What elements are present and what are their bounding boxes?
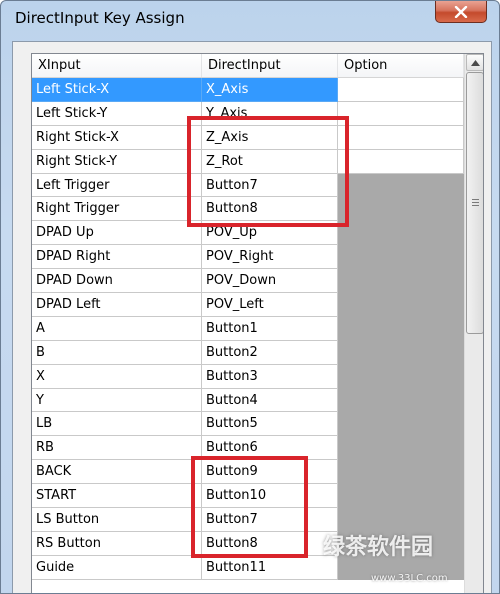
- table-row[interactable]: X Button3: [32, 364, 464, 389]
- option-cell[interactable]: [338, 197, 464, 222]
- directinput-cell[interactable]: POV_Right: [202, 245, 338, 270]
- option-cell[interactable]: [338, 125, 464, 150]
- window-title: DirectInput Key Assign: [15, 9, 185, 27]
- directinput-cell[interactable]: Button11: [202, 555, 338, 580]
- xinput-cell[interactable]: X: [32, 364, 202, 389]
- table-row[interactable]: BACK Button9: [32, 460, 464, 485]
- watermark-text: 绿茶软件园: [323, 535, 434, 560]
- xinput-cell[interactable]: Right Stick-Y: [32, 149, 202, 174]
- directinput-cell[interactable]: X_Axis: [202, 78, 338, 102]
- column-header-option[interactable]: Option: [338, 54, 464, 77]
- directinput-cell[interactable]: Button10: [202, 484, 338, 509]
- directinput-cell[interactable]: Button4: [202, 388, 338, 413]
- option-cell[interactable]: [338, 436, 464, 461]
- table-row[interactable]: Left Stick-Y Y_Axis: [32, 101, 464, 126]
- option-cell[interactable]: [338, 388, 464, 413]
- xinput-cell[interactable]: LS Button: [32, 508, 202, 532]
- xinput-cell[interactable]: B: [32, 340, 202, 365]
- dialog-window: DirectInput Key Assign XInput DirectInpu…: [0, 0, 500, 594]
- column-header-directinput[interactable]: DirectInput: [202, 54, 338, 77]
- option-cell[interactable]: [338, 460, 464, 485]
- option-cell[interactable]: [338, 245, 464, 270]
- column-header-xinput[interactable]: XInput: [32, 54, 202, 77]
- option-cell[interactable]: [338, 78, 464, 102]
- directinput-cell[interactable]: Button3: [202, 364, 338, 389]
- xinput-cell[interactable]: Right Stick-X: [32, 125, 202, 150]
- xinput-cell[interactable]: LB: [32, 412, 202, 437]
- option-cell[interactable]: [338, 340, 464, 365]
- xinput-cell[interactable]: DPAD Right: [32, 245, 202, 270]
- xinput-cell[interactable]: Left Stick-Y: [32, 101, 202, 126]
- close-button[interactable]: [435, 1, 487, 23]
- option-cell[interactable]: [338, 484, 464, 509]
- xinput-cell[interactable]: DPAD Left: [32, 293, 202, 317]
- watermark-logo: 绿茶软件园: [323, 529, 433, 561]
- directinput-cell[interactable]: POV_Up: [202, 221, 338, 246]
- directinput-cell[interactable]: POV_Left: [202, 293, 338, 317]
- watermark-url: www.33LC.com: [371, 573, 448, 584]
- xinput-cell[interactable]: Left Stick-X: [32, 78, 202, 102]
- directinput-cell[interactable]: Y_Axis: [202, 101, 338, 126]
- option-cell[interactable]: [338, 412, 464, 437]
- option-cell[interactable]: [338, 101, 464, 126]
- directinput-cell[interactable]: Button7: [202, 173, 338, 198]
- xinput-cell[interactable]: DPAD Up: [32, 221, 202, 246]
- directinput-cell[interactable]: Button5: [202, 412, 338, 437]
- option-cell[interactable]: [338, 149, 464, 174]
- table-row[interactable]: A Button1: [32, 316, 464, 341]
- table-row[interactable]: Right Trigger Button8: [32, 197, 464, 222]
- table-row[interactable]: DPAD Up POV_Up: [32, 221, 464, 246]
- directinput-cell[interactable]: POV_Down: [202, 269, 338, 294]
- scroll-up-button[interactable]: [466, 54, 483, 71]
- xinput-cell[interactable]: DPAD Down: [32, 269, 202, 294]
- table-row[interactable]: B Button2: [32, 340, 464, 365]
- option-cell[interactable]: [338, 364, 464, 389]
- table-row[interactable]: LB Button5: [32, 412, 464, 437]
- xinput-cell[interactable]: Guide: [32, 555, 202, 580]
- key-assign-grid: XInput DirectInput Option Left Stick-X X_…: [31, 53, 484, 593]
- scroll-thumb[interactable]: [466, 72, 483, 334]
- directinput-cell[interactable]: Button6: [202, 436, 338, 461]
- table-row[interactable]: Left Stick-X X_Axis: [32, 78, 464, 102]
- table-row[interactable]: START Button10: [32, 484, 464, 509]
- dialog-client-area: XInput DirectInput Option Left Stick-X X_…: [12, 41, 492, 593]
- grid-header: XInput DirectInput Option: [32, 54, 464, 78]
- directinput-cell[interactable]: Button8: [202, 197, 338, 222]
- table-row[interactable]: Left Trigger Button7: [32, 173, 464, 198]
- xinput-cell[interactable]: Right Trigger: [32, 197, 202, 222]
- directinput-cell[interactable]: Button9: [202, 460, 338, 485]
- table-row[interactable]: RB Button6: [32, 436, 464, 461]
- xinput-cell[interactable]: Y: [32, 388, 202, 413]
- directinput-cell[interactable]: Z_Rot: [202, 149, 338, 174]
- xinput-cell[interactable]: RB: [32, 436, 202, 461]
- scroll-up-arrow-icon: [470, 59, 480, 66]
- table-row[interactable]: DPAD Right POV_Right: [32, 245, 464, 270]
- xinput-cell[interactable]: START: [32, 484, 202, 509]
- xinput-cell[interactable]: BACK: [32, 460, 202, 485]
- xinput-cell[interactable]: Left Trigger: [32, 173, 202, 198]
- directinput-cell[interactable]: Z_Axis: [202, 125, 338, 150]
- scroll-grip-icon: [471, 198, 479, 208]
- table-row[interactable]: DPAD Left POV_Left: [32, 293, 464, 317]
- option-cell[interactable]: [338, 221, 464, 246]
- directinput-cell[interactable]: Button8: [202, 531, 338, 556]
- table-row[interactable]: Right Stick-Y Z_Rot: [32, 149, 464, 174]
- table-row[interactable]: Y Button4: [32, 388, 464, 413]
- option-cell[interactable]: [338, 173, 464, 198]
- grid-rows: Left Stick-X X_Axis Left Stick-Y Y_Axis Righ…: [32, 78, 464, 580]
- directinput-cell[interactable]: Button1: [202, 316, 338, 341]
- close-icon: [454, 5, 468, 18]
- directinput-cell[interactable]: Button2: [202, 340, 338, 365]
- vertical-scrollbar[interactable]: [464, 54, 483, 593]
- directinput-cell[interactable]: Button7: [202, 508, 338, 532]
- xinput-cell[interactable]: RS Button: [32, 531, 202, 556]
- option-cell[interactable]: [338, 293, 464, 317]
- table-row[interactable]: Right Stick-X Z_Axis: [32, 125, 464, 150]
- xinput-cell[interactable]: A: [32, 316, 202, 341]
- table-row[interactable]: DPAD Down POV_Down: [32, 269, 464, 294]
- option-cell[interactable]: [338, 316, 464, 341]
- option-cell[interactable]: [338, 269, 464, 294]
